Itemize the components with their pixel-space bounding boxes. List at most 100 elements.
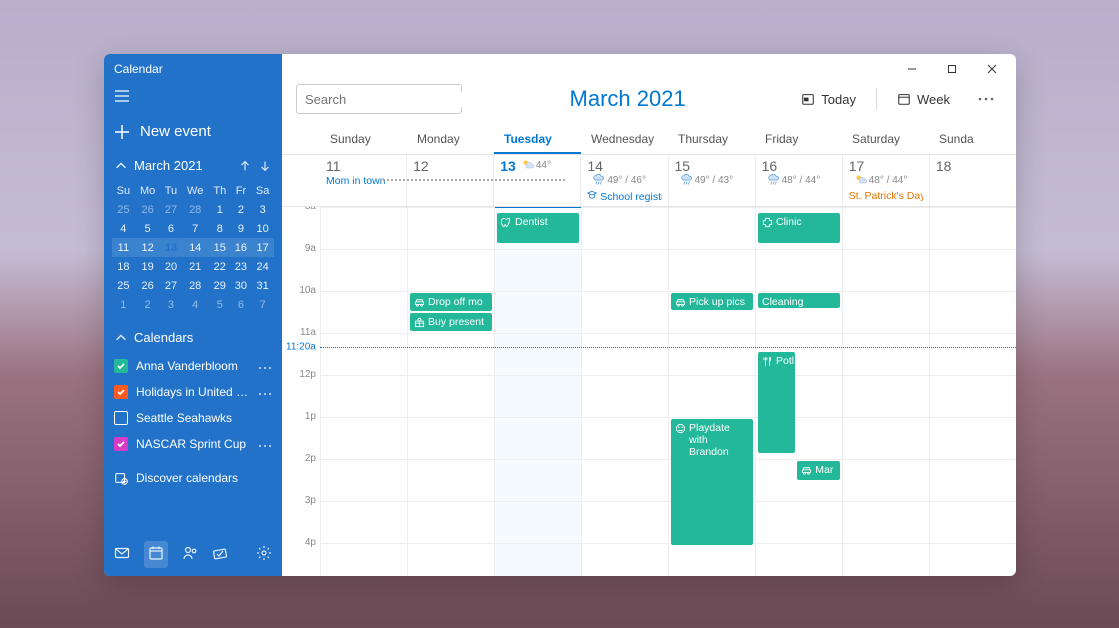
mini-day[interactable]: 28 [181, 276, 209, 295]
mini-day[interactable]: 20 [160, 257, 181, 276]
arrow-up-icon[interactable] [238, 159, 252, 173]
mini-day[interactable]: 14 [181, 238, 209, 257]
ellipsis-icon[interactable] [258, 359, 272, 373]
chevron-up-icon[interactable] [114, 159, 128, 173]
mini-day[interactable]: 28 [181, 200, 209, 219]
day-column[interactable]: Dentist [494, 207, 581, 576]
day-column[interactable] [842, 207, 929, 576]
day-column[interactable] [929, 207, 1016, 576]
mini-day[interactable]: 1 [112, 295, 135, 314]
date-cell[interactable]: 16 48° / 44° [755, 155, 842, 206]
more-options-button[interactable] [970, 91, 1002, 107]
day-header[interactable]: Sunday [320, 124, 407, 154]
calendar-event[interactable]: Mar [797, 461, 840, 480]
arrow-down-icon[interactable] [258, 159, 272, 173]
allday-event[interactable]: Mom in town [326, 175, 400, 187]
mini-day[interactable]: 25 [112, 200, 135, 219]
mini-day[interactable]: 10 [251, 219, 274, 238]
date-cell[interactable]: 14 49° / 46° School registrati [580, 155, 667, 206]
calendar-event[interactable]: Dentist [497, 213, 579, 243]
search-box[interactable] [296, 84, 462, 114]
mini-calendar[interactable]: SuMoTuWeThFrSa25262728123456789101112131… [104, 177, 282, 324]
calendar-event[interactable]: Pick up pics [671, 293, 753, 310]
day-column[interactable]: Pick up pics Playdate with Brandon [668, 207, 755, 576]
close-button[interactable] [974, 55, 1010, 83]
checkbox[interactable] [114, 385, 128, 399]
mini-day[interactable]: 3 [160, 295, 181, 314]
mini-day[interactable]: 25 [112, 276, 135, 295]
mini-day[interactable]: 9 [231, 219, 252, 238]
day-column[interactable]: Drop off moBuy present [407, 207, 494, 576]
calendar-icon[interactable] [144, 541, 168, 568]
mini-day[interactable]: 21 [181, 257, 209, 276]
checkbox[interactable] [114, 359, 128, 373]
calendar-event[interactable]: Playdate with Brandon [671, 419, 753, 545]
week-grid[interactable]: 8a9a10a11a12p1p2p3p4pDrop off moBuy pres… [282, 207, 1016, 576]
calendar-item[interactable]: Holidays in United States [108, 379, 278, 405]
mini-day[interactable]: 19 [135, 257, 161, 276]
date-cell[interactable]: 12 [406, 155, 493, 206]
mini-day[interactable]: 15 [209, 238, 231, 257]
mini-day[interactable]: 2 [231, 200, 252, 219]
mini-day[interactable]: 6 [160, 219, 181, 238]
date-cell[interactable]: 18 [929, 155, 1016, 206]
mini-day[interactable]: 7 [251, 295, 274, 314]
checkbox[interactable] [114, 437, 128, 451]
mini-day[interactable]: 22 [209, 257, 231, 276]
date-cell[interactable]: 13 44° [493, 155, 580, 206]
hamburger-icon[interactable] [104, 84, 282, 117]
allday-event[interactable]: School registrati [587, 190, 661, 203]
maximize-button[interactable] [934, 55, 970, 83]
day-header[interactable]: Sunda [929, 124, 1016, 154]
day-header[interactable]: Friday [755, 124, 842, 154]
day-column[interactable]: Clinic Cleaning PotlMar [755, 207, 842, 576]
today-button[interactable]: Today [793, 86, 864, 113]
day-column[interactable] [581, 207, 668, 576]
mini-day[interactable]: 11 [112, 238, 135, 257]
calendar-event[interactable]: Cleaning [758, 293, 840, 308]
day-header[interactable]: Wednesday [581, 124, 668, 154]
mini-day[interactable]: 13 [160, 238, 181, 257]
mini-day[interactable]: 26 [135, 276, 161, 295]
settings-icon[interactable] [256, 545, 272, 564]
mini-day[interactable]: 27 [160, 200, 181, 219]
mini-day[interactable]: 5 [209, 295, 231, 314]
calendar-event[interactable]: Drop off mo [410, 293, 492, 311]
mini-day[interactable]: 24 [251, 257, 274, 276]
ellipsis-icon[interactable] [258, 385, 272, 399]
mini-day[interactable]: 16 [231, 238, 252, 257]
day-header[interactable]: Tuesday [494, 124, 581, 154]
allday-event[interactable]: St. Patrick's Day [849, 190, 923, 202]
discover-calendars-button[interactable]: Discover calendars [104, 463, 282, 493]
mini-day[interactable]: 5 [135, 219, 161, 238]
week-view-button[interactable]: Week [889, 86, 958, 113]
ellipsis-icon[interactable] [258, 437, 272, 451]
mini-day[interactable]: 4 [181, 295, 209, 314]
minimize-button[interactable] [894, 55, 930, 83]
mini-day[interactable]: 30 [231, 276, 252, 295]
calendar-item[interactable]: NASCAR Sprint Cup [108, 431, 278, 457]
checkbox[interactable] [114, 411, 128, 425]
date-cell[interactable]: 11Mom in town [320, 155, 406, 206]
mini-day[interactable]: 26 [135, 200, 161, 219]
date-cell[interactable]: 15 49° / 43° [668, 155, 755, 206]
mini-day[interactable]: 1 [209, 200, 231, 219]
search-input[interactable] [305, 92, 481, 107]
people-icon[interactable] [182, 545, 198, 564]
mini-day[interactable]: 17 [251, 238, 274, 257]
new-event-button[interactable]: New event [104, 117, 282, 154]
mini-day[interactable]: 4 [112, 219, 135, 238]
mini-day[interactable]: 31 [251, 276, 274, 295]
mini-day[interactable]: 23 [231, 257, 252, 276]
mini-day[interactable]: 2 [135, 295, 161, 314]
day-header[interactable]: Saturday [842, 124, 929, 154]
day-header[interactable]: Monday [407, 124, 494, 154]
calendar-event[interactable]: Potl [758, 352, 795, 453]
calendar-event[interactable]: Clinic [758, 213, 840, 243]
calendar-item[interactable]: Seattle Seahawks [108, 405, 278, 431]
mini-day[interactable]: 7 [181, 219, 209, 238]
check-icon[interactable] [212, 545, 228, 564]
mini-day[interactable]: 12 [135, 238, 161, 257]
calendar-item[interactable]: Anna Vanderbloom [108, 353, 278, 379]
day-column[interactable] [320, 207, 407, 576]
